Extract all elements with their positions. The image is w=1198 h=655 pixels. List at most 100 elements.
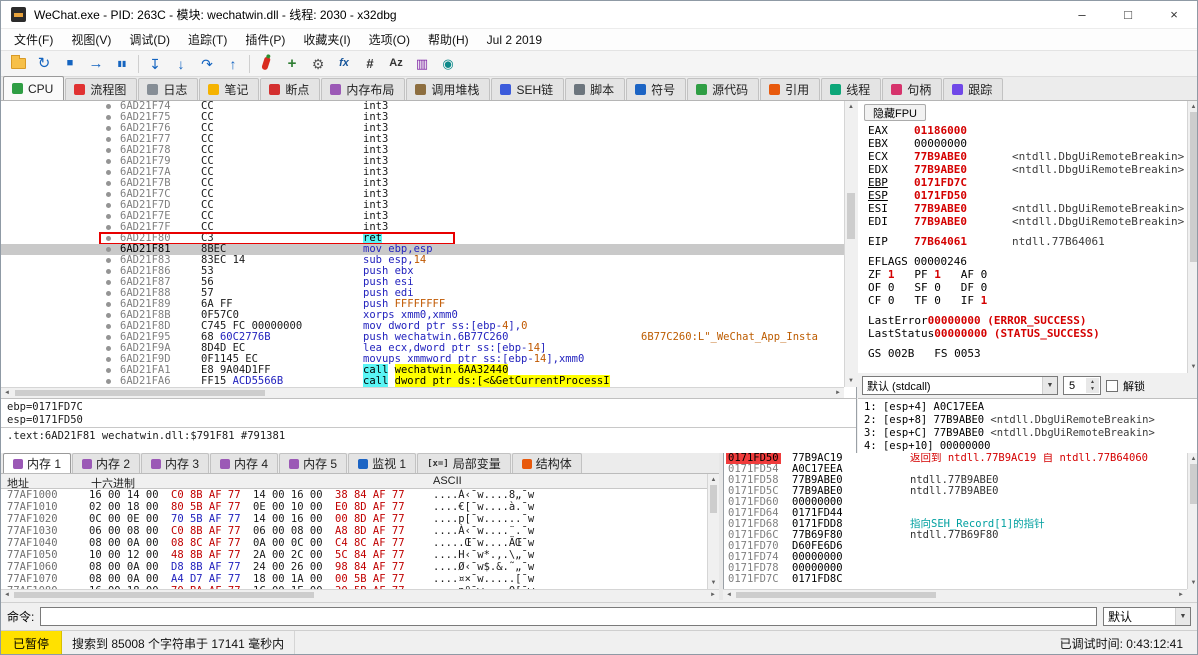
tab-symbols[interactable]: 符号 xyxy=(626,78,686,100)
bottom-tab-watch-1[interactable]: 监视 1 xyxy=(348,453,416,473)
argument-row[interactable]: 2: [esp+8] 77B9ABE0 <ntdll.DbgUiRemoteBr… xyxy=(858,414,1198,427)
menu-item[interactable]: Jul 2 2019 xyxy=(478,29,551,50)
argument-count-stepper[interactable]: 5 ▲▼ xyxy=(1063,376,1101,395)
minimize-button[interactable]: – xyxy=(1059,1,1105,28)
bottom-tab-locals[interactable]: [x=]局部变量 xyxy=(417,453,511,473)
scroll-thumb[interactable] xyxy=(847,193,855,239)
register-row[interactable]: EFLAGS00000246 xyxy=(858,255,1187,268)
menu-item[interactable]: 视图(V) xyxy=(62,29,120,50)
scroll-thumb[interactable] xyxy=(1190,464,1197,504)
stop-button[interactable]: ■ xyxy=(57,53,83,75)
maximize-button[interactable]: □ xyxy=(1105,1,1151,28)
register-row[interactable]: EAX01186000 xyxy=(858,124,1187,137)
bottom-tab-memory-5[interactable]: 内存 5 xyxy=(279,453,347,473)
restart-button[interactable]: ↻ xyxy=(31,53,57,75)
flags-row[interactable]: CF 0 TF 0 IF 1 xyxy=(858,294,1187,307)
memory-map-button[interactable]: ▥ xyxy=(409,53,435,75)
patches-button[interactable]: + xyxy=(279,53,305,75)
menu-item[interactable]: 文件(F) xyxy=(5,29,62,50)
tab-call-stack[interactable]: 调用堆栈 xyxy=(406,78,490,100)
tab-handles[interactable]: 句柄 xyxy=(882,78,942,100)
stack-vscrollbar[interactable]: ▲ ▼ xyxy=(1187,453,1198,589)
tab-graph[interactable]: 流程图 xyxy=(65,78,137,100)
stack-view[interactable]: 0171FD5077B9AC19返回到 ntdll.77B9AC19 自 ntd… xyxy=(724,453,1187,585)
assemble-button[interactable]: fx xyxy=(331,53,357,75)
scroll-up-arrow[interactable]: ▲ xyxy=(1188,102,1198,112)
scroll-down-arrow[interactable]: ▼ xyxy=(1188,578,1198,588)
dump-row[interactable]: 77AF101002 00 18 0080 5B AF 770E 00 10 0… xyxy=(1,501,707,513)
chevron-down-icon[interactable]: ▼ xyxy=(1042,377,1057,394)
scroll-thumb[interactable] xyxy=(14,592,314,598)
register-row[interactable]: ECX77B9ABE0<ntdll.DbgUiRemoteBreakin> xyxy=(858,150,1187,163)
settings-button[interactable]: ⚙ xyxy=(305,53,331,75)
dump-row[interactable]: 77AF106008 00 0A 00D8 8B AF 7724 00 26 0… xyxy=(1,561,707,573)
register-row[interactable]: EIP77B64061ntdll.77B64061 xyxy=(858,235,1187,248)
register-row[interactable]: EBP0171FD7C xyxy=(858,176,1187,189)
disasm-row[interactable]: 6AD21FA6FF15 ACD5566Bcall dword ptr ds:[… xyxy=(1,376,844,387)
menu-item[interactable]: 追踪(T) xyxy=(179,29,236,50)
argument-row[interactable]: 1: [esp+4] A0C17EEA xyxy=(858,401,1198,414)
scroll-thumb[interactable] xyxy=(1190,112,1197,262)
hide-fpu-button[interactable]: 隐藏FPU xyxy=(864,104,926,121)
dump-row[interactable]: 77AF103006 00 08 00C0 8B AF 7706 00 08 0… xyxy=(1,525,707,537)
bottom-tab-memory-2[interactable]: 内存 2 xyxy=(72,453,140,473)
chevron-down-icon[interactable]: ▼ xyxy=(1175,608,1190,625)
tab-memory-map[interactable]: 内存布局 xyxy=(321,78,405,100)
run-button[interactable]: → xyxy=(83,53,109,75)
tab-script[interactable]: 脚本 xyxy=(565,78,625,100)
scroll-right-arrow[interactable]: ► xyxy=(833,388,843,398)
scroll-right-arrow[interactable]: ► xyxy=(708,590,718,600)
bottom-tab-memory-4[interactable]: 内存 4 xyxy=(210,453,278,473)
dump-view[interactable]: 77AF100016 00 14 00C0 8B AF 7714 00 16 0… xyxy=(1,489,707,589)
tab-threads[interactable]: 线程 xyxy=(821,78,881,100)
menu-item[interactable]: 收藏夹(I) xyxy=(294,29,359,50)
dump-row[interactable]: 77AF104008 00 0A 0008 8C AF 770A 00 0C 0… xyxy=(1,537,707,549)
argument-row[interactable]: 4: [esp+10] 00000000 xyxy=(858,440,1198,453)
menu-item[interactable]: 选项(O) xyxy=(360,29,419,50)
close-button[interactable]: × xyxy=(1151,1,1197,28)
case-button[interactable]: Az xyxy=(383,53,409,75)
tab-cpu[interactable]: CPU xyxy=(3,76,64,100)
dump-row[interactable]: 77AF107008 00 0A 00A4 D7 AF 7718 00 1A 0… xyxy=(1,573,707,585)
dump-row[interactable]: 77AF10200C 00 0E 0070 5B AF 7714 00 16 0… xyxy=(1,513,707,525)
pause-button[interactable]: ▮▮ xyxy=(109,53,135,75)
tab-notes[interactable]: 笔记 xyxy=(199,78,259,100)
scroll-thumb[interactable] xyxy=(736,592,936,598)
scroll-up-arrow[interactable]: ▲ xyxy=(845,102,857,112)
bottom-tab-memory-1[interactable]: 内存 1 xyxy=(3,453,71,473)
disassembly-view[interactable]: 6AD21F74CCint36AD21F75CCint36AD21F76CCin… xyxy=(1,101,844,387)
graph-compass-button[interactable]: ◉ xyxy=(435,53,461,75)
open-file-button[interactable] xyxy=(5,53,31,75)
register-row[interactable]: EDI77B9ABE0<ntdll.DbgUiRemoteBreakin> xyxy=(858,215,1187,228)
stepper-arrows-icon[interactable]: ▲▼ xyxy=(1086,378,1099,393)
menu-item[interactable]: 插件(P) xyxy=(236,29,294,50)
scroll-down-arrow[interactable]: ▼ xyxy=(708,578,719,588)
hash-button[interactable]: # xyxy=(357,53,383,75)
scroll-thumb[interactable] xyxy=(15,390,265,396)
scroll-down-arrow[interactable]: ▼ xyxy=(845,376,857,386)
bottom-tab-memory-3[interactable]: 内存 3 xyxy=(141,453,209,473)
register-row[interactable]: EBX00000000 xyxy=(858,137,1187,150)
flags-row[interactable]: ZF 1 PF 1 AF 0 xyxy=(858,268,1187,281)
register-row[interactable]: ESI77B9ABE0<ntdll.DbgUiRemoteBreakin> xyxy=(858,202,1187,215)
disasm-vscrollbar[interactable]: ▲ ▼ xyxy=(844,101,857,387)
register-row[interactable]: LastError00000000 (ERROR_SUCCESS) xyxy=(858,314,1187,327)
tab-source[interactable]: 源代码 xyxy=(687,78,759,100)
step-over-button[interactable]: ↷ xyxy=(194,53,220,75)
calling-convention-select[interactable]: 默认 (stdcall) ▼ xyxy=(862,376,1058,395)
dump-row[interactable]: 77AF105010 00 12 0048 8B AF 772A 00 2C 0… xyxy=(1,549,707,561)
register-row[interactable]: ESP0171FD50 xyxy=(858,189,1187,202)
scroll-left-arrow[interactable]: ◄ xyxy=(2,590,12,600)
tab-trace[interactable]: 跟踪 xyxy=(943,78,1003,100)
scroll-down-arrow[interactable]: ▼ xyxy=(1188,362,1198,372)
registers-vscrollbar[interactable]: ▲ ▼ xyxy=(1187,101,1198,373)
step-into-button[interactable]: ↓ xyxy=(168,53,194,75)
run-to-user-code-button[interactable]: ↧ xyxy=(142,53,168,75)
execute-till-return-button[interactable]: ↑ xyxy=(220,53,246,75)
menu-item[interactable]: 调试(D) xyxy=(120,29,179,50)
register-row[interactable]: LastStatus00000000 (STATUS_SUCCESS) xyxy=(858,327,1187,340)
register-row[interactable]: EDX77B9ABE0<ntdll.DbgUiRemoteBreakin> xyxy=(858,163,1187,176)
stack-row[interactable]: 0171FD7C0171FD8C xyxy=(724,574,1187,585)
scroll-left-arrow[interactable]: ◄ xyxy=(2,388,12,398)
tab-seh-chain[interactable]: SEH链 xyxy=(491,78,564,100)
